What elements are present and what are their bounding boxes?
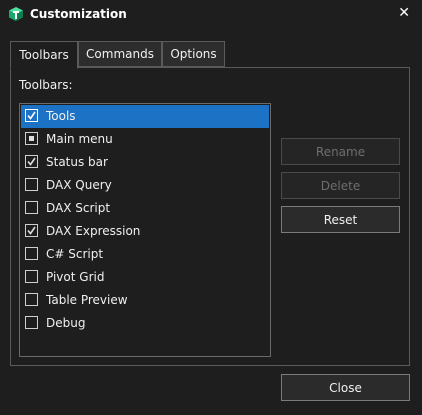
checkbox[interactable] (25, 224, 38, 237)
list-item-label: Tools (46, 109, 76, 123)
reset-button[interactable]: Reset (281, 206, 400, 233)
list-item-dax-query[interactable]: DAX Query (21, 174, 269, 197)
checkbox[interactable] (25, 270, 38, 283)
list-item-main-menu[interactable]: Main menu (21, 128, 269, 151)
list-item-label: DAX Expression (46, 224, 141, 238)
list-item-label: DAX Query (46, 178, 112, 192)
cube-icon (9, 7, 23, 21)
tab-toolbars[interactable]: Toolbars (10, 41, 78, 69)
checkbox[interactable] (25, 293, 38, 306)
rename-button[interactable]: Rename (281, 138, 400, 165)
list-item-dax-expression[interactable]: DAX Expression (21, 220, 269, 243)
checkbox[interactable] (25, 155, 38, 168)
title-bar: Customization ✕ (0, 0, 422, 30)
tab-options[interactable]: Options (162, 41, 225, 67)
delete-button[interactable]: Delete (281, 172, 400, 199)
checkbox[interactable] (25, 132, 38, 145)
close-button[interactable]: Close (281, 374, 410, 401)
checkbox[interactable] (25, 109, 38, 122)
checkbox[interactable] (25, 247, 38, 260)
tab-commands[interactable]: Commands (78, 41, 162, 67)
window-title: Customization (30, 7, 127, 21)
check-icon (27, 157, 36, 166)
list-item-tools[interactable]: Tools (21, 105, 269, 128)
list-item-pivot-grid[interactable]: Pivot Grid (21, 266, 269, 289)
list-item-status-bar[interactable]: Status bar (21, 151, 269, 174)
list-item-label: Debug (46, 316, 86, 330)
list-item-label: Status bar (46, 155, 108, 169)
list-item-debug[interactable]: Debug (21, 312, 269, 335)
list-item-csharp-script[interactable]: C# Script (21, 243, 269, 266)
list-item-dax-script[interactable]: DAX Script (21, 197, 269, 220)
check-icon (27, 111, 36, 120)
check-icon (27, 226, 36, 235)
list-item-label: DAX Script (46, 201, 111, 215)
list-item-label: C# Script (46, 247, 104, 261)
checkbox[interactable] (25, 316, 38, 329)
list-item-label: Table Preview (46, 293, 128, 307)
toolbars-label: Toolbars: (19, 78, 73, 92)
checkbox[interactable] (25, 178, 38, 191)
close-icon[interactable]: ✕ (398, 5, 410, 21)
checkbox[interactable] (25, 201, 38, 214)
list-item-label: Main menu (46, 132, 113, 146)
toolbars-list[interactable]: Tools Main menu Status bar DAX Query DAX… (19, 103, 271, 357)
list-item-table-preview[interactable]: Table Preview (21, 289, 269, 312)
list-item-label: Pivot Grid (46, 270, 105, 284)
indeterminate-icon (29, 136, 34, 141)
